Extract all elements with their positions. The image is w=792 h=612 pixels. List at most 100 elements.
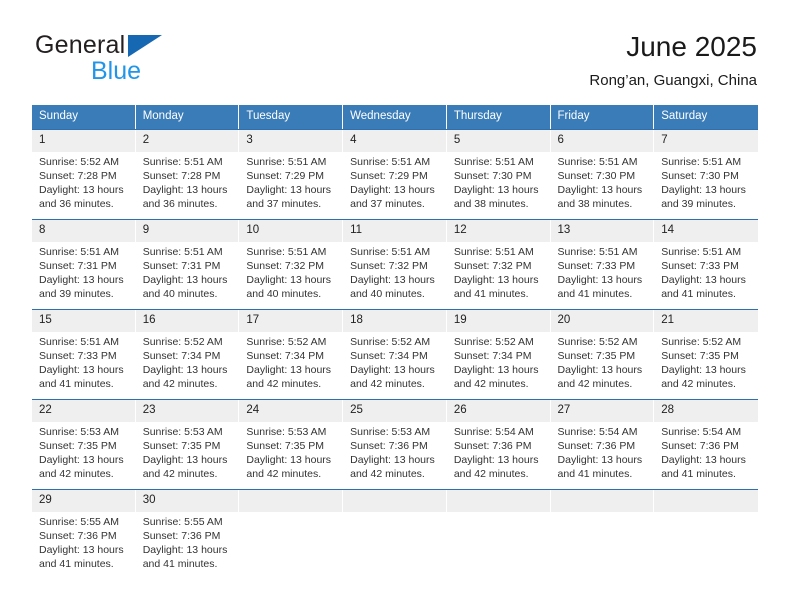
- day-cell[interactable]: Sunrise: 5:52 AM Sunset: 7:34 PM Dayligh…: [343, 332, 447, 399]
- day-cell[interactable]: Sunrise: 5:51 AM Sunset: 7:31 PM Dayligh…: [32, 242, 136, 309]
- day-cell[interactable]: Sunrise: 5:55 AM Sunset: 7:36 PM Dayligh…: [32, 512, 136, 579]
- sunrise-text: Sunrise: 5:53 AM: [246, 426, 327, 438]
- sunrise-text: Sunrise: 5:51 AM: [453, 156, 534, 168]
- day-number[interactable]: 1: [32, 130, 136, 152]
- day-number[interactable]: 9: [136, 220, 240, 242]
- day-number[interactable]: 10: [239, 220, 344, 242]
- sunrise-text: Sunrise: 5:53 AM: [142, 426, 223, 438]
- daylight-text-line1: Daylight: 13 hours: [453, 274, 539, 286]
- calendar-table: Sunday Monday Tuesday Wednesday Thursday…: [32, 105, 758, 579]
- day-number[interactable]: 3: [239, 130, 344, 152]
- daylight-text-line2: and 42 minutes.: [142, 468, 218, 480]
- day-cell[interactable]: Sunrise: 5:52 AM Sunset: 7:28 PM Dayligh…: [32, 152, 136, 219]
- day-number[interactable]: 12: [447, 220, 551, 242]
- sunrise-text: Sunrise: 5:52 AM: [661, 336, 742, 348]
- day-cell[interactable]: Sunrise: 5:51 AM Sunset: 7:29 PM Dayligh…: [239, 152, 344, 219]
- daylight-text-line2: and 41 minutes.: [661, 468, 736, 480]
- daylight-text-line1: Daylight: 13 hours: [142, 184, 228, 196]
- day-number-empty: [343, 490, 447, 512]
- day-cell[interactable]: Sunrise: 5:51 AM Sunset: 7:29 PM Dayligh…: [343, 152, 447, 219]
- day-number[interactable]: 25: [343, 400, 447, 422]
- calendar-page: General Blue June 2025 Rong’an, Guangxi,…: [0, 0, 792, 612]
- day-number[interactable]: 2: [136, 130, 240, 152]
- day-number[interactable]: 5: [447, 130, 551, 152]
- day-cell[interactable]: Sunrise: 5:51 AM Sunset: 7:33 PM Dayligh…: [32, 332, 136, 399]
- sunrise-text: Sunrise: 5:54 AM: [453, 426, 534, 438]
- day-cell[interactable]: Sunrise: 5:54 AM Sunset: 7:36 PM Dayligh…: [447, 422, 551, 489]
- day-cell[interactable]: Sunrise: 5:52 AM Sunset: 7:34 PM Dayligh…: [447, 332, 551, 399]
- day-cell[interactable]: Sunrise: 5:51 AM Sunset: 7:30 PM Dayligh…: [654, 152, 758, 219]
- weekday-header-saturday: Saturday: [654, 105, 758, 129]
- sunrise-text: Sunrise: 5:53 AM: [350, 426, 431, 438]
- day-number[interactable]: 13: [551, 220, 655, 242]
- day-number[interactable]: 16: [136, 310, 240, 332]
- day-cell[interactable]: Sunrise: 5:52 AM Sunset: 7:35 PM Dayligh…: [551, 332, 655, 399]
- daylight-text-line1: Daylight: 13 hours: [246, 454, 332, 466]
- day-number[interactable]: 26: [447, 400, 551, 422]
- week-date-bar: 1 2 3 4 5 6 7: [32, 129, 758, 152]
- daylight-text-line2: and 36 minutes.: [142, 198, 218, 210]
- day-number[interactable]: 22: [32, 400, 136, 422]
- day-cell[interactable]: Sunrise: 5:51 AM Sunset: 7:28 PM Dayligh…: [136, 152, 240, 219]
- day-number[interactable]: 21: [654, 310, 758, 332]
- day-cell[interactable]: Sunrise: 5:51 AM Sunset: 7:31 PM Dayligh…: [136, 242, 240, 309]
- sunset-text: Sunset: 7:36 PM: [453, 440, 532, 452]
- day-cell[interactable]: Sunrise: 5:53 AM Sunset: 7:35 PM Dayligh…: [239, 422, 344, 489]
- day-cell[interactable]: Sunrise: 5:52 AM Sunset: 7:34 PM Dayligh…: [239, 332, 344, 399]
- day-number[interactable]: 18: [343, 310, 447, 332]
- day-number[interactable]: 27: [551, 400, 655, 422]
- generalblue-logo[interactable]: General Blue: [35, 32, 265, 88]
- day-number[interactable]: 24: [239, 400, 344, 422]
- day-cell[interactable]: Sunrise: 5:51 AM Sunset: 7:32 PM Dayligh…: [343, 242, 447, 309]
- daylight-text-line1: Daylight: 13 hours: [39, 454, 124, 466]
- day-cell[interactable]: Sunrise: 5:52 AM Sunset: 7:34 PM Dayligh…: [136, 332, 240, 399]
- week-body-row: Sunrise: 5:51 AM Sunset: 7:31 PM Dayligh…: [32, 242, 758, 309]
- day-cell[interactable]: Sunrise: 5:51 AM Sunset: 7:32 PM Dayligh…: [447, 242, 551, 309]
- daylight-text-line1: Daylight: 13 hours: [453, 454, 539, 466]
- daylight-text-line1: Daylight: 13 hours: [39, 544, 124, 556]
- page-title: June 2025: [626, 31, 757, 62]
- day-cell[interactable]: Sunrise: 5:51 AM Sunset: 7:33 PM Dayligh…: [654, 242, 758, 309]
- day-cell-empty: [551, 512, 655, 579]
- day-number[interactable]: 19: [447, 310, 551, 332]
- week-body-row: Sunrise: 5:52 AM Sunset: 7:28 PM Dayligh…: [32, 152, 758, 219]
- day-number[interactable]: 8: [32, 220, 136, 242]
- daylight-text-line1: Daylight: 13 hours: [350, 454, 435, 466]
- day-number[interactable]: 30: [136, 490, 240, 512]
- day-number[interactable]: 15: [32, 310, 136, 332]
- day-number[interactable]: 7: [654, 130, 758, 152]
- day-number[interactable]: 6: [551, 130, 655, 152]
- week-date-bar: 8 9 10 11 12 13 14: [32, 219, 758, 242]
- daylight-text-line1: Daylight: 13 hours: [350, 364, 435, 376]
- daylight-text-line2: and 37 minutes.: [246, 198, 322, 210]
- day-cell[interactable]: Sunrise: 5:51 AM Sunset: 7:30 PM Dayligh…: [447, 152, 551, 219]
- sunset-text: Sunset: 7:29 PM: [350, 170, 428, 182]
- day-cell[interactable]: Sunrise: 5:54 AM Sunset: 7:36 PM Dayligh…: [551, 422, 655, 489]
- day-cell[interactable]: Sunrise: 5:53 AM Sunset: 7:36 PM Dayligh…: [343, 422, 447, 489]
- daylight-text-line2: and 39 minutes.: [39, 288, 114, 300]
- day-cell[interactable]: Sunrise: 5:53 AM Sunset: 7:35 PM Dayligh…: [136, 422, 240, 489]
- sunrise-text: Sunrise: 5:51 AM: [142, 246, 223, 258]
- page-header: General Blue June 2025 Rong’an, Guangxi,…: [0, 0, 792, 96]
- weekday-header-tuesday: Tuesday: [239, 105, 344, 129]
- day-number[interactable]: 4: [343, 130, 447, 152]
- day-cell[interactable]: Sunrise: 5:55 AM Sunset: 7:36 PM Dayligh…: [136, 512, 240, 579]
- day-number[interactable]: 11: [343, 220, 447, 242]
- day-cell[interactable]: Sunrise: 5:54 AM Sunset: 7:36 PM Dayligh…: [654, 422, 758, 489]
- day-cell[interactable]: Sunrise: 5:51 AM Sunset: 7:30 PM Dayligh…: [551, 152, 655, 219]
- sunset-text: Sunset: 7:36 PM: [142, 530, 221, 542]
- day-number[interactable]: 29: [32, 490, 136, 512]
- day-number[interactable]: 23: [136, 400, 240, 422]
- daylight-text-line1: Daylight: 13 hours: [661, 364, 746, 376]
- day-cell[interactable]: Sunrise: 5:51 AM Sunset: 7:32 PM Dayligh…: [239, 242, 344, 309]
- sunrise-text: Sunrise: 5:54 AM: [661, 426, 742, 438]
- day-number[interactable]: 14: [654, 220, 758, 242]
- day-number[interactable]: 28: [654, 400, 758, 422]
- sunset-text: Sunset: 7:33 PM: [39, 350, 117, 362]
- day-cell[interactable]: Sunrise: 5:52 AM Sunset: 7:35 PM Dayligh…: [654, 332, 758, 399]
- day-number[interactable]: 20: [551, 310, 655, 332]
- day-cell[interactable]: Sunrise: 5:51 AM Sunset: 7:33 PM Dayligh…: [551, 242, 655, 309]
- day-cell[interactable]: Sunrise: 5:53 AM Sunset: 7:35 PM Dayligh…: [32, 422, 136, 489]
- day-number[interactable]: 17: [239, 310, 344, 332]
- sunrise-text: Sunrise: 5:52 AM: [350, 336, 431, 348]
